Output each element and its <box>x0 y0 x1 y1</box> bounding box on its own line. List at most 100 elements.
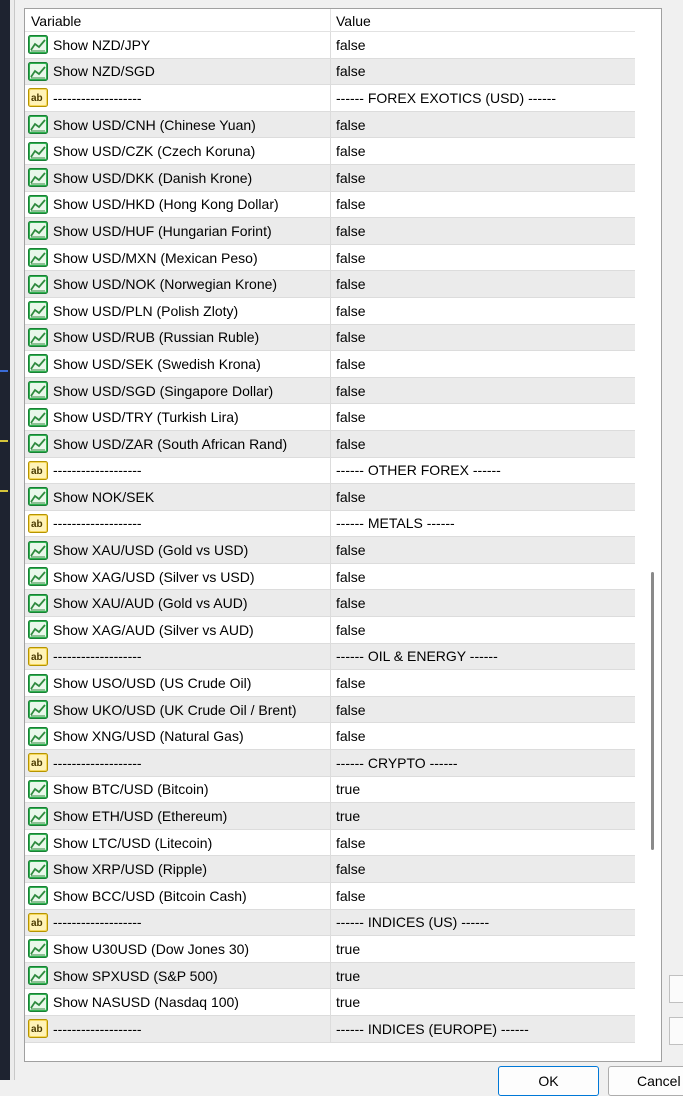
value-cell[interactable]: false <box>331 325 635 351</box>
cancel-button[interactable]: Cancel <box>608 1066 683 1096</box>
variable-cell[interactable]: Show USD/CZK (Czech Koruna) <box>25 138 331 164</box>
variable-cell[interactable]: Show NZD/JPY <box>25 32 331 58</box>
scrollbar-thumb[interactable] <box>651 572 654 850</box>
table-row[interactable]: Show USO/USD (US Crude Oil) false <box>25 670 635 697</box>
variable-cell[interactable]: Show BCC/USD (Bitcoin Cash) <box>25 883 331 909</box>
table-row[interactable]: Show USD/MXN (Mexican Peso) false <box>25 244 635 272</box>
table-row[interactable]: Show XAU/AUD (Gold vs AUD) false <box>25 590 635 618</box>
table-row[interactable]: Show LTC/USD (Litecoin) false <box>25 829 635 857</box>
value-cell[interactable]: true <box>331 989 635 1015</box>
value-cell[interactable]: true <box>331 936 635 962</box>
value-cell[interactable]: false <box>331 192 635 218</box>
table-row[interactable]: ab ------------------- ------ FOREX EXOTIC… <box>25 85 635 112</box>
table-row[interactable]: ab ------------------- ------ OIL & ENERGY… <box>25 643 635 671</box>
value-cell[interactable]: true <box>331 803 635 829</box>
variable-cell[interactable]: Show USO/USD (US Crude Oil) <box>25 670 331 696</box>
table-row[interactable]: ab ------------------- ------ INDICES (US)… <box>25 909 635 937</box>
table-row[interactable]: Show BCC/USD (Bitcoin Cash) false <box>25 883 635 910</box>
variable-cell[interactable]: Show USD/HUF (Hungarian Forint) <box>25 218 331 244</box>
value-cell[interactable]: false <box>331 32 635 58</box>
table-row[interactable]: Show NZD/SGD false <box>25 58 635 86</box>
variable-cell[interactable]: Show USD/MXN (Mexican Peso) <box>25 244 331 271</box>
table-row[interactable]: Show USD/SGD (Singapore Dollar) false <box>25 377 635 405</box>
value-cell[interactable]: ------ FOREX EXOTICS (USD) ------ <box>331 85 635 111</box>
variable-cell[interactable]: Show NZD/SGD <box>25 58 331 85</box>
table-row[interactable]: Show USD/HUF (Hungarian Forint) false <box>25 218 635 245</box>
variable-cell[interactable]: ab ------------------- <box>25 1015 331 1042</box>
variable-cell[interactable]: Show USD/RUB (Russian Ruble) <box>25 324 331 351</box>
value-cell[interactable]: false <box>331 112 635 138</box>
value-cell[interactable]: ------ INDICES (EUROPE) ------ <box>331 1016 635 1042</box>
variable-cell[interactable]: ab ------------------- <box>25 510 331 537</box>
variable-cell[interactable]: Show USD/PLN (Polish Zloty) <box>25 297 331 324</box>
variable-cell[interactable]: Show XAU/AUD (Gold vs AUD) <box>25 590 331 617</box>
value-cell[interactable]: false <box>331 590 635 616</box>
table-row[interactable]: Show USD/SEK (Swedish Krona) false <box>25 351 635 378</box>
value-cell[interactable]: ------ METALS ------ <box>331 511 635 537</box>
ok-button[interactable]: OK <box>498 1066 599 1096</box>
variable-cell[interactable]: ab ------------------- <box>25 750 331 776</box>
variable-cell[interactable]: Show ETH/USD (Ethereum) <box>25 803 331 829</box>
table-row[interactable]: Show NZD/JPY false <box>25 32 635 59</box>
table-row[interactable]: Show ETH/USD (Ethereum) true <box>25 803 635 830</box>
table-row[interactable]: Show NOK/SEK false <box>25 484 635 511</box>
table-row[interactable]: Show USD/PLN (Polish Zloty) false <box>25 297 635 325</box>
variable-cell[interactable]: Show SPXUSD (S&P 500) <box>25 962 331 989</box>
column-header-variable[interactable]: Variable <box>25 9 331 31</box>
value-cell[interactable]: false <box>331 218 635 244</box>
variable-cell[interactable]: ab ------------------- <box>25 643 331 670</box>
variable-cell[interactable]: Show USD/DKK (Danish Krone) <box>25 164 331 191</box>
table-row[interactable]: ab ------------------- ------ METALS -----… <box>25 510 635 538</box>
table-row[interactable]: Show USD/HKD (Hong Kong Dollar) false <box>25 191 635 219</box>
table-row[interactable]: Show XRP/USD (Ripple) false <box>25 856 635 883</box>
value-cell[interactable]: true <box>331 777 635 803</box>
value-cell[interactable]: false <box>331 138 635 164</box>
vertical-scrollbar[interactable] <box>637 9 661 1061</box>
variable-cell[interactable]: Show USD/TRY (Turkish Lira) <box>25 404 331 430</box>
variable-cell[interactable]: Show XAU/USD (Gold vs USD) <box>25 537 331 563</box>
variable-cell[interactable]: Show NOK/SEK <box>25 484 331 510</box>
value-cell[interactable]: true <box>331 963 635 989</box>
value-cell[interactable]: ------ CRYPTO ------ <box>331 750 635 776</box>
value-cell[interactable]: false <box>331 564 635 590</box>
table-row[interactable]: Show UKO/USD (UK Crude Oil / Brent) false <box>25 696 635 724</box>
value-cell[interactable]: false <box>331 245 635 271</box>
table-row[interactable]: Show USD/CZK (Czech Koruna) false <box>25 138 635 165</box>
variable-cell[interactable]: Show USD/SGD (Singapore Dollar) <box>25 377 331 404</box>
table-row[interactable]: Show XAU/USD (Gold vs USD) false <box>25 537 635 564</box>
table-row[interactable]: Show XAG/AUD (Silver vs AUD) false <box>25 617 635 644</box>
table-row[interactable]: Show USD/RUB (Russian Ruble) false <box>25 324 635 352</box>
table-row[interactable]: Show USD/TRY (Turkish Lira) false <box>25 404 635 431</box>
variable-cell[interactable]: ab ------------------- <box>25 85 331 111</box>
variable-cell[interactable]: Show USD/SEK (Swedish Krona) <box>25 351 331 377</box>
value-cell[interactable]: false <box>331 670 635 696</box>
table-row[interactable]: Show SPXUSD (S&P 500) true <box>25 962 635 990</box>
value-cell[interactable]: false <box>331 856 635 882</box>
variable-cell[interactable]: Show XAG/USD (Silver vs USD) <box>25 563 331 590</box>
value-cell[interactable]: false <box>331 617 635 643</box>
table-row[interactable]: Show USD/DKK (Danish Krone) false <box>25 164 635 192</box>
variable-cell[interactable]: Show USD/ZAR (South African Rand) <box>25 430 331 457</box>
variable-cell[interactable]: Show USD/CNH (Chinese Yuan) <box>25 111 331 138</box>
value-cell[interactable]: ------ OIL & ENERGY ------ <box>331 644 635 670</box>
value-cell[interactable]: false <box>331 830 635 856</box>
variable-cell[interactable]: Show BTC/USD (Bitcoin) <box>25 776 331 803</box>
value-cell[interactable]: ------ INDICES (US) ------ <box>331 910 635 936</box>
value-cell[interactable]: false <box>331 298 635 324</box>
table-row[interactable]: Show XAG/USD (Silver vs USD) false <box>25 563 635 591</box>
table-row[interactable]: ab ------------------- ------ CRYPTO -----… <box>25 750 635 777</box>
value-cell[interactable]: false <box>331 697 635 723</box>
value-cell[interactable]: false <box>331 404 635 430</box>
value-cell[interactable]: false <box>331 883 635 909</box>
value-cell[interactable]: ------ OTHER FOREX ------ <box>331 458 635 484</box>
table-row[interactable]: ab ------------------- ------ OTHER FOREX … <box>25 457 635 485</box>
value-cell[interactable]: false <box>331 378 635 404</box>
variable-cell[interactable]: ab ------------------- <box>25 457 331 484</box>
table-row[interactable]: Show NASUSD (Nasdaq 100) true <box>25 989 635 1016</box>
variable-cell[interactable]: Show UKO/USD (UK Crude Oil / Brent) <box>25 696 331 723</box>
column-header-value[interactable]: Value <box>331 9 635 31</box>
value-cell[interactable]: false <box>331 59 635 85</box>
variable-cell[interactable]: Show USD/NOK (Norwegian Krone) <box>25 271 331 297</box>
value-cell[interactable]: false <box>331 537 635 563</box>
table-row[interactable]: ab ------------------- ------ INDICES (EUR… <box>25 1015 635 1043</box>
